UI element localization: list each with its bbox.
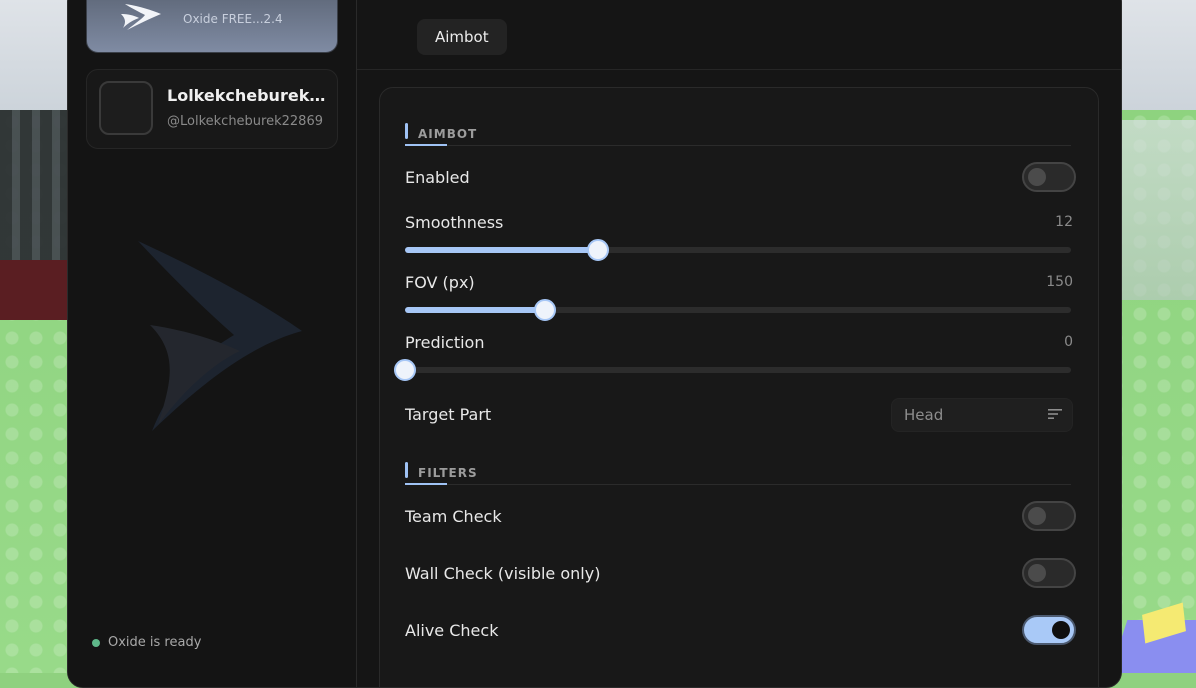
user-handle: @Lolkekcheburek22869 bbox=[167, 114, 323, 129]
enabled-label: Enabled bbox=[405, 168, 470, 187]
section-title: FILTERS bbox=[418, 466, 478, 480]
prediction-label: Prediction bbox=[405, 333, 485, 352]
target-part-label: Target Part bbox=[405, 405, 492, 424]
wall-check-toggle[interactable] bbox=[1022, 558, 1076, 588]
prediction-value: 0 bbox=[1064, 334, 1073, 350]
wall-check-label: Wall Check (visible only) bbox=[405, 564, 601, 583]
toggle-knob bbox=[1028, 564, 1046, 582]
user-name: Lolkekcheburek2... bbox=[167, 86, 329, 105]
slider-thumb[interactable] bbox=[533, 299, 556, 321]
content-area: Aimbot AIMBOT Enabled Smoothness 12 FOV … bbox=[357, 0, 1121, 687]
target-part-select[interactable]: Head bbox=[891, 398, 1073, 432]
team-check-label: Team Check bbox=[405, 507, 502, 526]
section-accent-bar bbox=[405, 123, 408, 139]
section-header-filters: FILTERS bbox=[405, 460, 1071, 485]
alive-check-label: Alive Check bbox=[405, 621, 499, 640]
smoothness-label: Smoothness bbox=[405, 213, 504, 232]
status-dot bbox=[92, 638, 100, 647]
team-check-toggle[interactable] bbox=[1022, 501, 1076, 531]
target-part-value: Head bbox=[904, 406, 944, 424]
slider-fill bbox=[405, 307, 545, 313]
smoothness-value: 12 bbox=[1055, 214, 1073, 230]
prediction-slider[interactable] bbox=[394, 359, 1071, 381]
scenery-right bbox=[1120, 120, 1196, 300]
toggle-knob bbox=[1028, 507, 1046, 525]
oxide-logo-icon bbox=[121, 4, 161, 30]
settings-panel: AIMBOT Enabled Smoothness 12 FOV (px) 15… bbox=[379, 87, 1099, 687]
fov-label: FOV (px) bbox=[405, 273, 475, 292]
section-underline bbox=[405, 144, 447, 146]
app-version-label: Oxide FREE...2.4 bbox=[183, 12, 283, 26]
section-header-aimbot: AIMBOT bbox=[405, 121, 1071, 146]
status-text: Oxide is ready bbox=[108, 635, 202, 650]
fov-slider[interactable] bbox=[405, 299, 1071, 321]
section-underline bbox=[405, 483, 447, 485]
fov-value: 150 bbox=[1046, 274, 1073, 290]
building-base-left bbox=[0, 260, 70, 320]
list-options-icon bbox=[1048, 409, 1062, 419]
alive-check-toggle[interactable] bbox=[1022, 615, 1076, 645]
section-accent-bar bbox=[405, 462, 408, 478]
enabled-toggle[interactable] bbox=[1022, 162, 1076, 192]
oxide-window: Oxide FREE...2.4 Lolkekcheburek2... @Lol… bbox=[67, 0, 1122, 688]
slider-fill bbox=[405, 247, 599, 253]
oxide-watermark-icon bbox=[138, 241, 302, 431]
slider-thumb[interactable] bbox=[394, 359, 416, 381]
toggle-knob bbox=[1052, 621, 1070, 639]
user-card[interactable]: Lolkekcheburek2... @Lolkekcheburek22869 bbox=[86, 69, 338, 149]
toggle-knob bbox=[1028, 168, 1046, 186]
tab-aimbot[interactable]: Aimbot bbox=[417, 19, 507, 55]
status-indicator: Oxide is ready bbox=[92, 635, 201, 650]
avatar bbox=[99, 81, 153, 135]
section-title: AIMBOT bbox=[418, 127, 478, 141]
sidebar: Oxide FREE...2.4 Lolkekcheburek2... @Lol… bbox=[68, 0, 357, 687]
tab-bar: Aimbot bbox=[357, 0, 1121, 70]
slider-thumb[interactable] bbox=[587, 239, 610, 261]
app-card[interactable]: Oxide FREE...2.4 bbox=[86, 0, 338, 53]
smoothness-slider[interactable] bbox=[405, 239, 1071, 261]
